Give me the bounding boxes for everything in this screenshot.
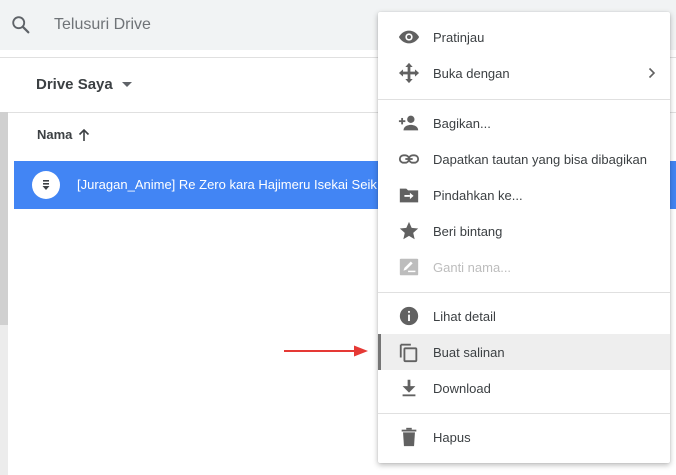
menu-item-move-to[interactable]: Pindahkan ke...: [378, 177, 670, 213]
caret-down-icon: [121, 82, 132, 87]
download-icon: [402, 379, 416, 397]
column-header-name[interactable]: Nama: [37, 127, 90, 142]
menu-item-label: Bagikan...: [433, 116, 491, 131]
menu-item-delete[interactable]: Hapus: [378, 419, 670, 455]
info-icon: [399, 306, 419, 326]
file-icon: [32, 171, 60, 199]
menu-item-label: Buat salinan: [433, 345, 505, 360]
link-icon: [398, 154, 420, 164]
folder-move-icon: [399, 188, 419, 203]
menu-item-label: Ganti nama...: [433, 260, 512, 275]
menu-divider: [378, 413, 670, 414]
menu-item-label: Dapatkan tautan yang bisa dibagikan: [433, 152, 647, 167]
menu-item-get-link[interactable]: Dapatkan tautan yang bisa dibagikan: [378, 141, 670, 177]
menu-item-download[interactable]: Download: [378, 370, 670, 406]
file-name: [Juragan_Anime] Re Zero kara Hajimeru Is…: [77, 177, 377, 192]
menu-item-view-details[interactable]: Lihat detail: [378, 298, 670, 334]
star-icon: [399, 221, 419, 240]
move-arrows-icon: [398, 62, 420, 84]
menu-item-label: Pratinjau: [433, 30, 485, 45]
rename-icon: [399, 258, 419, 276]
hover-indicator: [378, 334, 381, 370]
copy-icon: [399, 343, 418, 363]
menu-item-open-with[interactable]: Buka dengan: [378, 55, 670, 91]
menu-item-preview[interactable]: Pratinjau: [378, 19, 670, 55]
scroll-strip-lower: [0, 325, 8, 475]
red-arrow-annotation: [284, 345, 368, 357]
chevron-right-icon: [648, 67, 656, 79]
menu-item-rename[interactable]: Ganti nama...: [378, 249, 670, 285]
menu-item-label: Pindahkan ke...: [433, 188, 523, 203]
menu-item-star[interactable]: Beri bintang: [378, 213, 670, 249]
menu-divider: [378, 292, 670, 293]
person-add-icon: [398, 115, 419, 131]
arrow-up-icon: [79, 128, 90, 141]
search-input[interactable]: [54, 12, 374, 38]
column-header-label: Nama: [37, 127, 73, 142]
menu-item-label: Download: [433, 381, 491, 396]
menu-item-label: Buka dengan: [433, 66, 510, 81]
menu-item-label: Lihat detail: [433, 309, 496, 324]
trash-icon: [401, 427, 417, 447]
scroll-strip: [0, 112, 8, 325]
breadcrumb[interactable]: Drive Saya: [36, 76, 132, 93]
context-menu: Pratinjau Buka dengan Bagikan... Dapatka…: [378, 12, 670, 463]
menu-divider: [378, 99, 670, 100]
menu-item-label: Hapus: [433, 430, 471, 445]
menu-item-make-copy[interactable]: Buat salinan: [378, 334, 670, 370]
search-icon[interactable]: [10, 14, 32, 36]
breadcrumb-label: Drive Saya: [36, 76, 113, 93]
menu-item-label: Beri bintang: [433, 224, 503, 239]
eye-icon: [398, 30, 420, 44]
menu-item-share[interactable]: Bagikan...: [378, 105, 670, 141]
